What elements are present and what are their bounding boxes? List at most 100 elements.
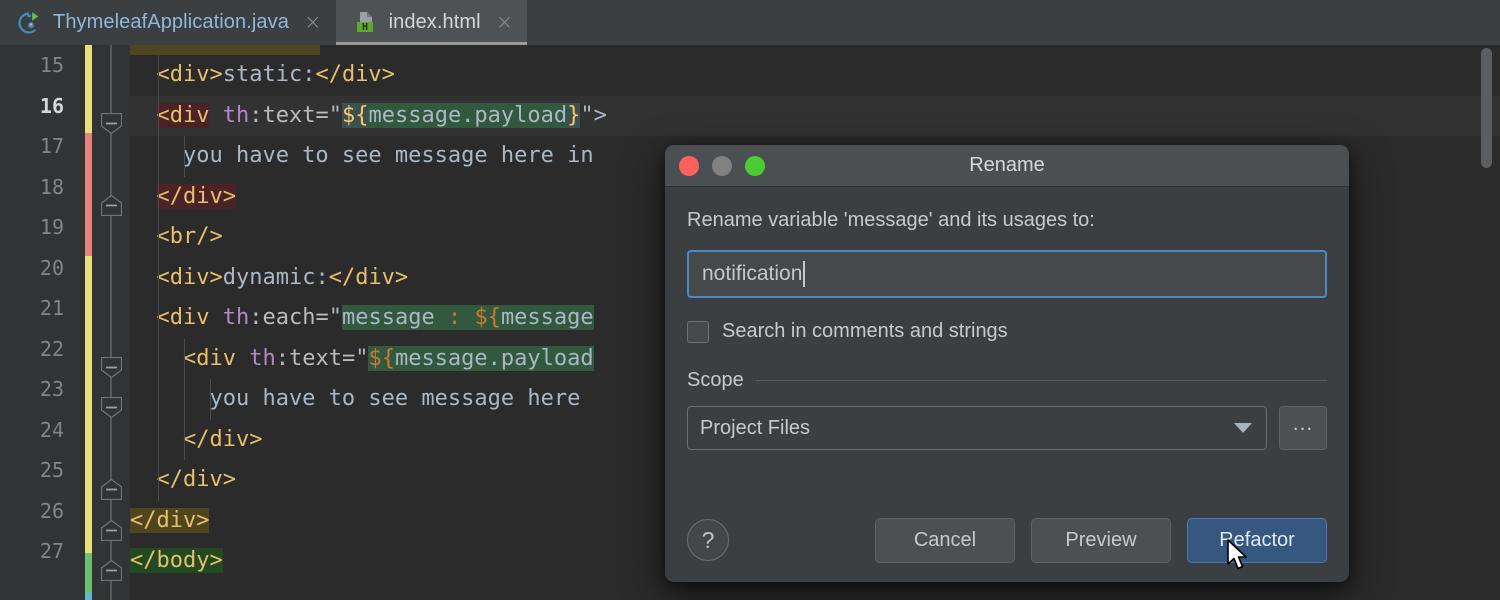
- scope-select[interactable]: Project Files: [687, 406, 1267, 450]
- code-token: dynamic:: [222, 264, 329, 290]
- editor-scrollbar-thumb[interactable]: [1481, 48, 1492, 168]
- code-token: ${: [368, 345, 395, 371]
- new-name-value: notification: [702, 262, 803, 285]
- vcs-change-marker[interactable]: [85, 45, 92, 133]
- scope-browse-button[interactable]: ...: [1279, 406, 1327, 450]
- fold-expand-icon[interactable]: [100, 396, 123, 419]
- dialog-title-bar[interactable]: Rename: [665, 145, 1349, 187]
- dialog-body: Rename variable 'message' and its usages…: [665, 187, 1349, 450]
- rename-prompt-label: Rename variable 'message' and its usages…: [687, 209, 1095, 231]
- indent-guide: [158, 419, 159, 460]
- code-token: <div>: [156, 264, 223, 290]
- text-caret: [803, 261, 806, 287]
- code-token: [461, 305, 475, 330]
- html-file-icon: H: [352, 10, 378, 36]
- line-number: 24: [39, 417, 64, 442]
- preview-button[interactable]: Preview: [1031, 517, 1171, 563]
- indent-guide: [184, 419, 185, 460]
- code-token: </div>: [315, 62, 395, 87]
- code-token: ": [328, 102, 342, 128]
- cancel-button[interactable]: Cancel: [875, 517, 1015, 563]
- editor-gutter[interactable]: 15 16 17 18 19 20 21 22 23 24 25 26 27: [0, 45, 130, 600]
- scope-selected-value: Project Files: [700, 416, 811, 439]
- editor-tab-bar: ThymeleafApplication.java × H index.html…: [0, 0, 1500, 45]
- code-token: message.payload: [394, 345, 594, 371]
- line-number: 19: [39, 215, 64, 239]
- search-comments-checkbox[interactable]: [687, 320, 709, 343]
- close-icon[interactable]: ×: [496, 12, 514, 33]
- fold-collapse-icon[interactable]: [100, 194, 123, 217]
- code-token: </div>: [130, 507, 210, 533]
- fold-collapse-icon[interactable]: [100, 559, 123, 582]
- code-token: <div: [156, 305, 210, 330]
- code-token: </div>: [182, 426, 263, 452]
- line-number: 21: [39, 296, 64, 320]
- code-token: th: [249, 345, 276, 371]
- code-token: <div>: [156, 62, 223, 87]
- tab-thymeleafapplication-java[interactable]: ThymeleafApplication.java ×: [0, 0, 336, 45]
- code-token: static:: [222, 62, 316, 87]
- fold-collapse-icon[interactable]: [100, 478, 123, 501]
- tab-index-html[interactable]: H index.html ×: [335, 0, 528, 45]
- scope-label: Scope: [687, 369, 744, 391]
- dialog-title: Rename: [969, 154, 1045, 176]
- indent-guide: [158, 95, 159, 136]
- scope-divider: [755, 380, 1327, 381]
- code-token: you have to see message here in: [130, 143, 594, 168]
- help-button[interactable]: ?: [687, 519, 729, 561]
- fold-expand-icon[interactable]: [100, 112, 123, 135]
- code-folding-column[interactable]: [96, 45, 126, 600]
- line-number: 16: [39, 93, 64, 118]
- code-token: ${: [474, 305, 501, 330]
- vcs-change-marker[interactable]: [85, 593, 92, 600]
- search-comments-label: Search in comments and strings: [722, 320, 1008, 342]
- code-token: th: [222, 305, 250, 330]
- scope-row: Project Files ...: [687, 406, 1327, 450]
- vcs-change-marker[interactable]: [85, 133, 92, 256]
- code-line[interactable]: <div th:text="${message.payload}">: [130, 95, 1500, 136]
- line-number: 22: [39, 336, 64, 361]
- code-token: message: [341, 305, 448, 330]
- indent-guide: [158, 460, 159, 501]
- indent-guide: [210, 379, 211, 420]
- line-number: 17: [39, 134, 64, 158]
- code-token: <div: [156, 102, 210, 128]
- code-line[interactable]: <div>static:</div>: [130, 55, 1500, 96]
- code-token: }: [567, 102, 581, 128]
- search-comments-checkbox-row[interactable]: Search in comments and strings: [687, 320, 1327, 343]
- code-token: :: [447, 305, 462, 330]
- line-number: 23: [39, 377, 64, 401]
- line-number-column: 15 16 17 18 19 20 21 22 23 24 25 26 27: [0, 45, 78, 572]
- tab-label: ThymeleafApplication.java: [53, 11, 289, 33]
- line-number: 26: [39, 498, 64, 523]
- indent-guide: [158, 136, 159, 177]
- close-icon[interactable]: ×: [304, 12, 322, 33]
- code-token: ": [328, 305, 342, 330]
- rename-dialog: Rename Rename variable 'message' and its…: [665, 145, 1349, 582]
- code-token: :text=: [249, 102, 329, 128]
- fold-collapse-icon[interactable]: [100, 519, 123, 542]
- line-number: 20: [39, 255, 64, 280]
- chevron-down-icon: [1234, 423, 1252, 433]
- code-token: th: [222, 102, 250, 128]
- refactor-button[interactable]: Refactor: [1187, 517, 1327, 563]
- fold-expand-icon[interactable]: [100, 356, 123, 379]
- vcs-change-marker[interactable]: [85, 553, 92, 593]
- vcs-change-marker[interactable]: [85, 256, 92, 553]
- indent-guide: [158, 55, 159, 96]
- code-token: message.payload: [368, 102, 568, 128]
- indent-guide: [158, 217, 159, 258]
- line-number: 18: [39, 174, 64, 199]
- code-token: <div: [182, 345, 236, 371]
- indent-guide: [158, 298, 159, 339]
- new-name-input[interactable]: notification: [687, 250, 1327, 298]
